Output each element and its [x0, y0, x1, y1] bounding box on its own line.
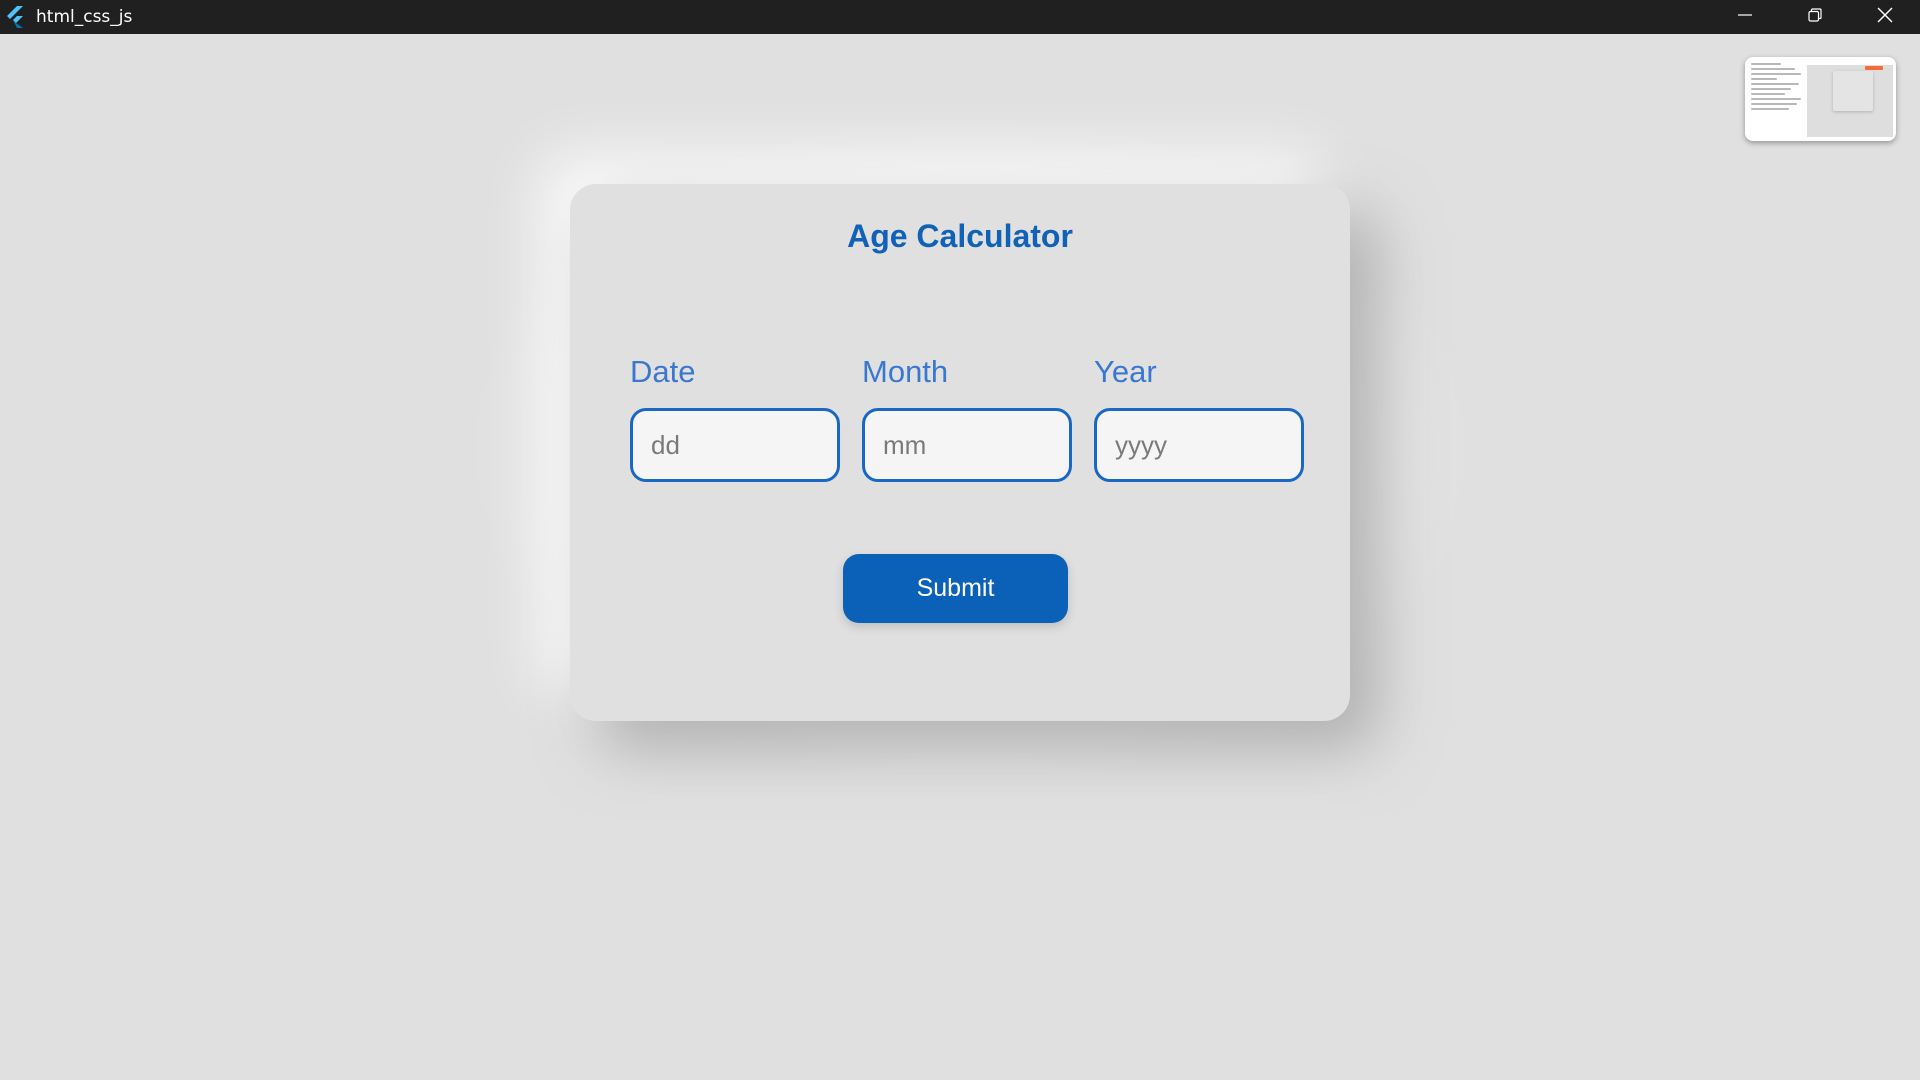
window-controls [1710, 0, 1920, 34]
thumbnail-text-column [1751, 63, 1807, 137]
close-icon [1877, 7, 1893, 28]
submit-button[interactable]: Submit [843, 554, 1068, 623]
month-label: Month [862, 354, 949, 389]
minimize-button[interactable] [1710, 0, 1780, 34]
date-label: Date [630, 354, 696, 389]
month-field: Month [862, 354, 1072, 482]
thumbnail-card [1833, 71, 1873, 111]
preview-thumbnail[interactable] [1745, 57, 1896, 141]
date-input[interactable] [630, 408, 840, 482]
year-field: Year [1094, 354, 1304, 482]
minimize-icon [1738, 8, 1752, 27]
page-title: Age Calculator [847, 218, 1073, 254]
close-button[interactable] [1850, 0, 1920, 34]
age-calculator-card: Age Calculator Date Month Year Submit [570, 184, 1350, 721]
thumbnail-preview-pane [1807, 65, 1893, 137]
date-field: Date [630, 354, 840, 482]
restore-icon [1808, 7, 1822, 27]
flutter-icon [6, 6, 28, 28]
year-label: Year [1094, 354, 1157, 389]
thumbnail-badge [1865, 66, 1883, 70]
window-titlebar: html_css_js [0, 0, 1920, 34]
month-input[interactable] [862, 408, 1072, 482]
restore-button[interactable] [1780, 0, 1850, 34]
year-input[interactable] [1094, 408, 1304, 482]
window-title: html_css_js [36, 7, 133, 27]
